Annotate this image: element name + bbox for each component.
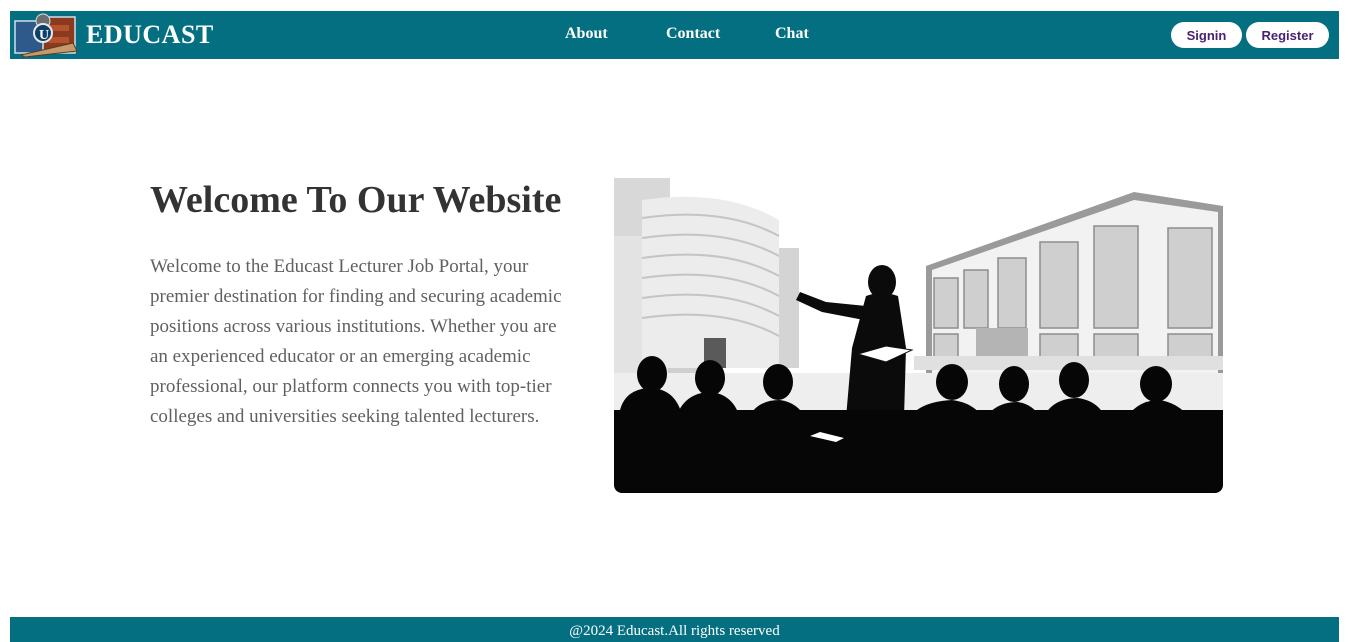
top-navbar: U EDUCAST About Contact Chat Signin Regi… — [10, 11, 1339, 59]
nav-link-about[interactable]: About — [565, 25, 608, 43]
hero-title: Welcome To Our Website — [150, 179, 562, 221]
hero-description: Welcome to the Educast Lecturer Job Port… — [150, 256, 562, 427]
copyright-text: @2024 Educast.All rights reserved — [569, 623, 780, 639]
lecture-silhouette-image — [614, 178, 1223, 493]
signin-button[interactable]: Signin — [1171, 22, 1242, 48]
main-nav: About Contact Chat — [10, 11, 1339, 59]
page-footer: @2024 Educast.All rights reserved — [10, 617, 1339, 642]
register-button[interactable]: Register — [1246, 22, 1329, 48]
nav-link-chat[interactable]: Chat — [775, 25, 809, 43]
nav-link-contact[interactable]: Contact — [666, 25, 720, 43]
